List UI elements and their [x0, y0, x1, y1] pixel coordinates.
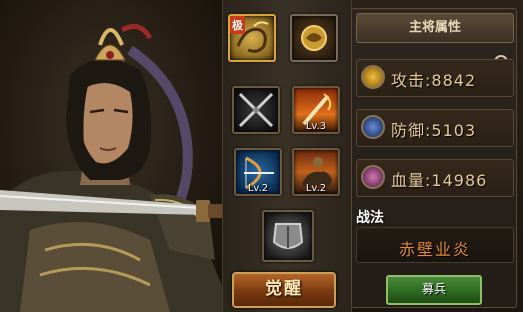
skill-slot-crossed-swords[interactable]: [232, 86, 280, 134]
ultimate-badge: 极: [230, 16, 245, 34]
general-attributes-panel: 主将属性 攻击:8842 防御:5103 血量:14986 战法 赤壁业炎 募兵: [351, 8, 517, 308]
attack-icon: [361, 65, 385, 89]
defense-icon: [361, 115, 385, 139]
skill-level-label: Lv.2: [305, 183, 327, 194]
skill-level-label: Lv.2: [247, 183, 269, 194]
skill-slot-bow[interactable]: Lv.2: [234, 148, 282, 196]
skill-slot-armor[interactable]: [262, 210, 314, 262]
general-detail-screen: 极 Lv.3 Lv.2 Lv.2 觉醒 主将属性 攻击:8842 防御:5103…: [0, 0, 523, 312]
stat-defense-text: 防御:5103: [391, 121, 477, 140]
awaken-button[interactable]: 觉醒: [232, 272, 336, 308]
skill-slot-golden-beast[interactable]: [290, 14, 338, 62]
general-portrait: [0, 0, 232, 312]
crossed-swords-icon: [238, 92, 274, 128]
skill-slot-flame-sword[interactable]: Lv.3: [292, 86, 340, 134]
hp-icon: [361, 165, 385, 189]
golden-beast-icon: [301, 25, 327, 51]
skill-slot-cavalry[interactable]: Lv.2: [292, 148, 340, 196]
tactic-box[interactable]: 赤壁业炎: [356, 227, 514, 263]
tactic-title: 战法: [356, 210, 384, 226]
stat-hp-text: 血量:14986: [391, 171, 488, 190]
stat-attack-text: 攻击:8842: [391, 71, 477, 90]
armor-icon: [272, 223, 304, 249]
tactic-name: 赤壁业炎: [398, 240, 471, 259]
stat-hp: 血量:14986: [356, 159, 514, 197]
skill-level-label: Lv.3: [305, 121, 327, 132]
skill-slot-dragon[interactable]: 极: [228, 14, 276, 62]
stat-attack: 攻击:8842: [356, 59, 514, 97]
panel-title: 主将属性: [356, 13, 514, 43]
recruit-button[interactable]: 募兵: [386, 275, 482, 305]
stat-defense: 防御:5103: [356, 109, 514, 147]
